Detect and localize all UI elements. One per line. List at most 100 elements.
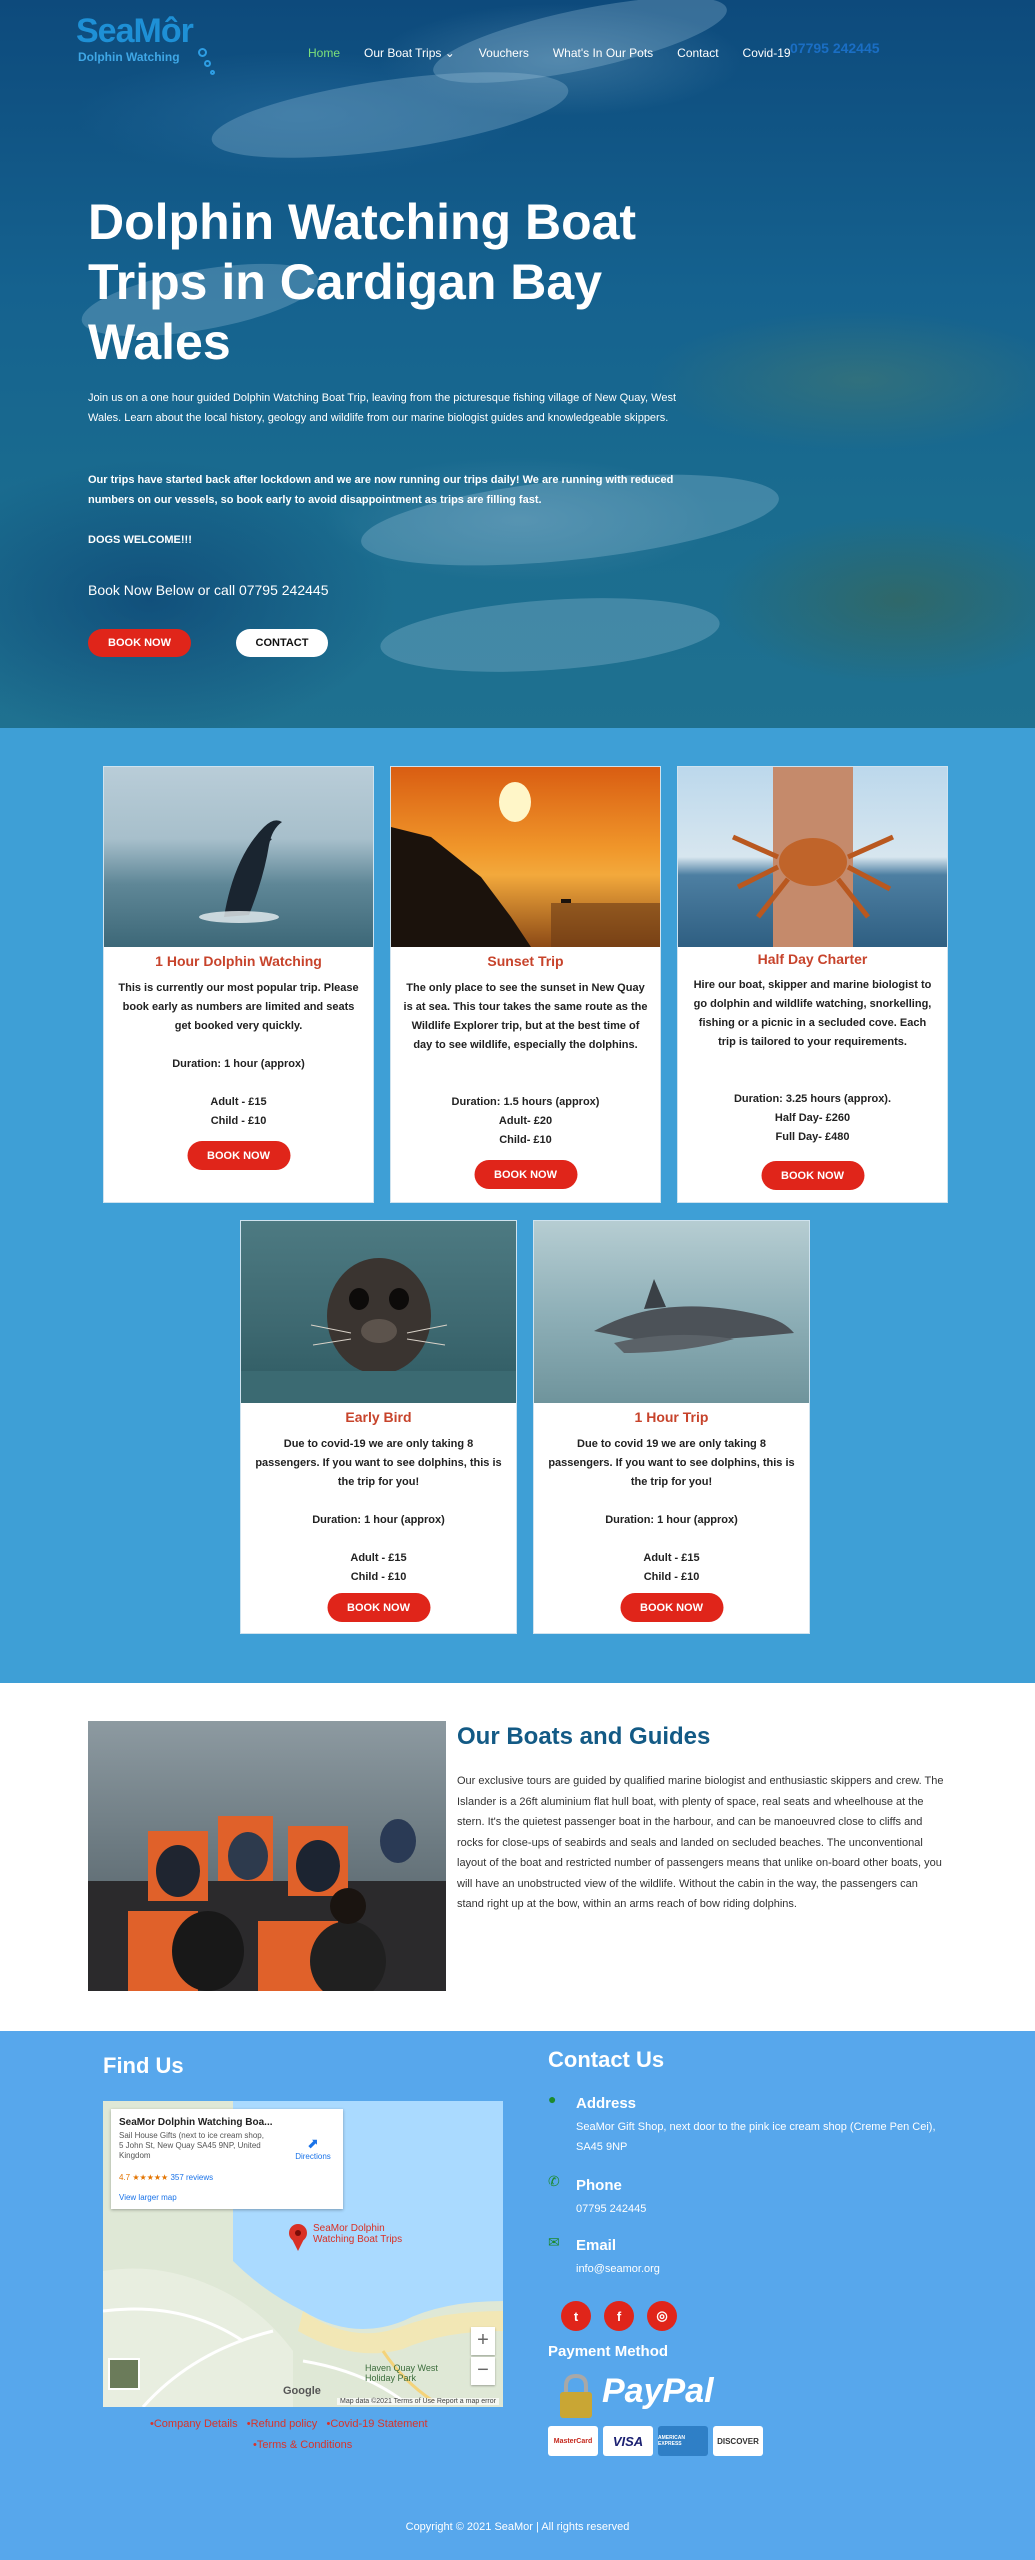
trip-description: Due to covid-19 we are only taking 8 pas… bbox=[255, 1438, 502, 1488]
trip-description: The only place to see the sunset in New … bbox=[403, 982, 648, 1051]
logo-text: SeaMôr bbox=[76, 12, 194, 50]
directions-label: Directions bbox=[295, 2152, 331, 2161]
nav-covid[interactable]: Covid-19 bbox=[743, 46, 791, 66]
copyright: Copyright © 2021 SeaMor | All rights res… bbox=[405, 2521, 630, 2533]
nav-contact[interactable]: Contact bbox=[677, 46, 718, 66]
trip-price-adult: Adult - £15 bbox=[350, 1552, 407, 1564]
site-logo[interactable]: SeaMôr Dolphin Watching bbox=[76, 12, 226, 75]
phone-icon: ✆ bbox=[548, 2173, 560, 2189]
email-value[interactable]: info@seamor.org bbox=[576, 2259, 956, 2279]
book-now-button[interactable]: BOOK NOW bbox=[327, 1593, 430, 1622]
trip-duration: Duration: 3.25 hours (approx). bbox=[733, 1093, 892, 1105]
payment-method-title: Payment Method bbox=[548, 2343, 669, 2360]
phone-label: Phone bbox=[576, 2177, 622, 2194]
hero-intro: Join us on a one hour guided Dolphin Wat… bbox=[88, 392, 677, 424]
google-map[interactable]: SeaMor Dolphin Watching Boa... Sail Hous… bbox=[103, 2101, 503, 2407]
nav-our-boat-trips[interactable]: Our Boat Trips ⌄ bbox=[364, 46, 455, 66]
discover-logo: DISCOVER bbox=[713, 2426, 763, 2456]
refund-policy-link[interactable]: Refund policy bbox=[251, 2418, 318, 2430]
dolphins-swimming-image bbox=[594, 1279, 794, 1353]
instagram-icon[interactable]: ◎ bbox=[647, 2301, 677, 2331]
trip-price-child: Child - £10 bbox=[210, 1115, 267, 1127]
trip-duration: Duration: 1 hour (approx) bbox=[605, 1514, 738, 1526]
map-reviews-link[interactable]: 357 reviews bbox=[170, 2173, 213, 2182]
book-now-button[interactable]: BOOK NOW bbox=[474, 1160, 577, 1189]
view-larger-map-link[interactable]: View larger map bbox=[119, 2193, 177, 2202]
trip-description: Hire our boat, skipper and marine biolog… bbox=[693, 979, 932, 1048]
trip-duration: Duration: 1 hour (approx) bbox=[172, 1058, 305, 1070]
address-value: SeaMor Gift Shop, next door to the pink … bbox=[576, 2121, 936, 2153]
bubble-icon bbox=[204, 60, 211, 67]
twitter-icon[interactable]: t bbox=[561, 2301, 591, 2331]
book-now-button[interactable]: BOOK NOW bbox=[761, 1161, 864, 1190]
google-logo: Google bbox=[283, 2385, 321, 2397]
lock-icon bbox=[560, 2374, 592, 2418]
trip-price-adult: Adult - £15 bbox=[210, 1096, 267, 1108]
nav-vouchers[interactable]: Vouchers bbox=[479, 46, 529, 66]
map-address: Sail House Gifts (next to ice cream shop… bbox=[119, 2131, 264, 2160]
contact-us-title: Contact Us bbox=[548, 2047, 665, 2072]
contact-button[interactable]: CONTACT bbox=[236, 629, 328, 657]
book-now-button[interactable]: BOOK NOW bbox=[88, 629, 191, 657]
trip-image bbox=[534, 1221, 809, 1403]
zoom-out-button[interactable]: − bbox=[471, 2357, 495, 2385]
main-nav: Home Our Boat Trips ⌄ Vouchers What's In… bbox=[308, 46, 791, 66]
boats-description: Our exclusive tours are guided by qualif… bbox=[457, 1775, 944, 1910]
trip-duration: Duration: 1 hour (approx) bbox=[312, 1514, 445, 1526]
directions-icon: ⬈ bbox=[307, 2135, 319, 2151]
phone-value[interactable]: 07795 242445 bbox=[576, 2199, 956, 2219]
directions-button[interactable]: ⬈ Directions bbox=[293, 2135, 333, 2161]
nav-home[interactable]: Home bbox=[308, 46, 340, 66]
footer: Find Us SeaMor Dolphin Watching Boa... S… bbox=[0, 2031, 1035, 2560]
trip-price-child: Child - £10 bbox=[350, 1571, 407, 1583]
rating-stars: 4.7 ★★★★★ bbox=[119, 2173, 169, 2182]
book-now-button[interactable]: BOOK NOW bbox=[620, 1593, 723, 1622]
boats-section: Our Boats and Guides Our exclusive tours… bbox=[0, 1683, 1035, 2031]
terms-link[interactable]: Terms & Conditions bbox=[257, 2439, 352, 2451]
sunset-image bbox=[391, 782, 660, 947]
seal-image bbox=[241, 1258, 516, 1403]
trip-price-child: Child- £10 bbox=[499, 1134, 552, 1146]
email-icon: ✉ bbox=[548, 2234, 560, 2250]
hero-call: Book Now Below or call 07795 242445 bbox=[88, 582, 329, 598]
trip-title: Early Bird bbox=[345, 1409, 412, 1425]
footer-links-row2: •Terms & Conditions bbox=[253, 2439, 352, 2451]
covid-statement-link[interactable]: Covid-19 Statement bbox=[330, 2418, 427, 2430]
map-attribution[interactable]: Map data ©2021 Terms of Use Report a map… bbox=[337, 2398, 499, 2405]
trip-card: 1 Hour Dolphin Watching This is currentl… bbox=[103, 766, 374, 1203]
zoom-in-button[interactable]: + bbox=[471, 2327, 495, 2355]
email-label: Email bbox=[576, 2237, 617, 2254]
company-details-link[interactable]: Company Details bbox=[154, 2418, 238, 2430]
paypal-logo: PayPal bbox=[602, 2372, 714, 2410]
mastercard-logo: MasterCard bbox=[548, 2426, 598, 2456]
trip-duration: Duration: 1.5 hours (approx) bbox=[451, 1096, 600, 1108]
map-rating: 4.7 ★★★★★ 357 reviews bbox=[119, 2173, 213, 2182]
trip-title: Sunset Trip bbox=[487, 953, 564, 969]
trip-image bbox=[391, 767, 660, 947]
address-label: Address bbox=[576, 2095, 637, 2112]
trip-card: Half Day Charter Hire our boat, skipper … bbox=[677, 766, 948, 1203]
trip-price-adult: Adult- £20 bbox=[498, 1115, 553, 1127]
map-marker-icon: ● bbox=[548, 2091, 557, 2107]
logo-subtitle: Dolphin Watching bbox=[78, 50, 180, 64]
trip-description: Due to covid 19 we are only taking 8 pas… bbox=[548, 1438, 795, 1488]
hero-dogs: DOGS WELCOME!!! bbox=[88, 534, 192, 546]
trip-card: Early Bird Due to covid-19 we are only t… bbox=[240, 1220, 517, 1634]
find-us-title: Find Us bbox=[103, 2053, 184, 2078]
trip-price-full: Full Day- £480 bbox=[775, 1131, 850, 1143]
header-phone[interactable]: 07795 242445 bbox=[790, 40, 880, 56]
map-pin-label: SeaMor Dolphin Watching Boat Trips bbox=[313, 2223, 403, 2245]
facebook-icon[interactable]: f bbox=[604, 2301, 634, 2331]
hero-notice: Our trips have started back after lockdo… bbox=[88, 474, 674, 506]
nav-pots[interactable]: What's In Our Pots bbox=[553, 46, 653, 66]
book-now-button[interactable]: BOOK NOW bbox=[187, 1141, 290, 1170]
bubble-icon bbox=[198, 48, 207, 57]
nav-label: Our Boat Trips bbox=[364, 46, 442, 60]
trip-image bbox=[241, 1221, 516, 1403]
trip-description: This is currently our most popular trip.… bbox=[118, 982, 359, 1032]
trip-title: 1 Hour Dolphin Watching bbox=[155, 953, 322, 969]
hero-title: Dolphin Watching Boat Trips in Cardigan … bbox=[88, 194, 637, 370]
trip-image bbox=[104, 767, 373, 947]
trip-card: 1 Hour Trip Due to covid 19 we are only … bbox=[533, 1220, 810, 1634]
bubble-icon bbox=[210, 70, 215, 75]
